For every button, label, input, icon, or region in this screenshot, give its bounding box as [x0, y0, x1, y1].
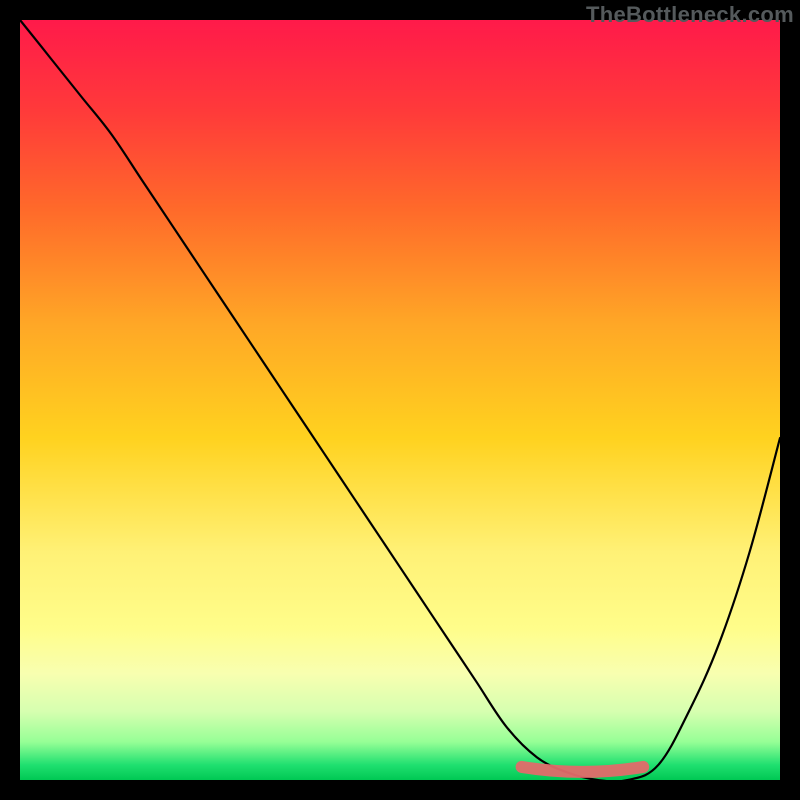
chart-frame: TheBottleneck.com	[0, 0, 800, 800]
bottleneck-curve	[20, 20, 780, 782]
optimal-valley-marker	[522, 767, 644, 772]
chart-overlay	[20, 20, 780, 780]
